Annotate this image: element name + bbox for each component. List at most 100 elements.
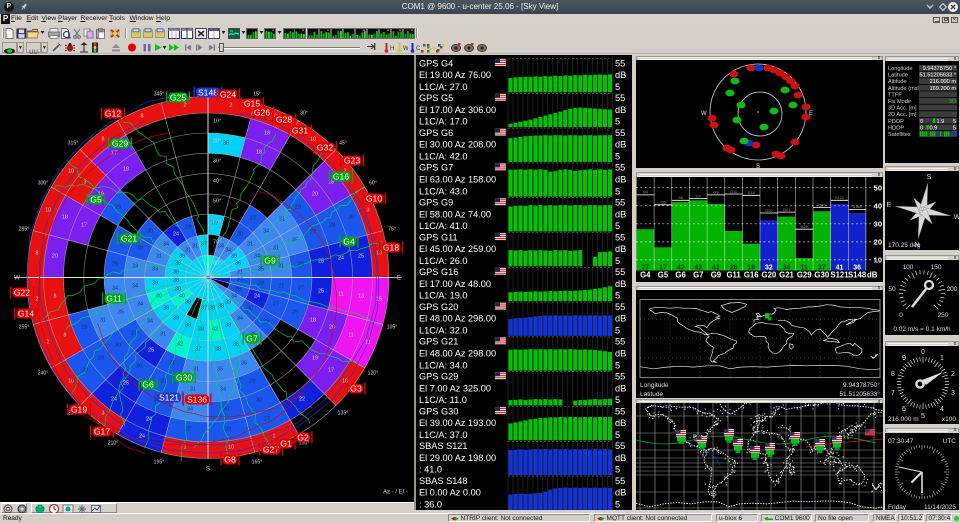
svg-text:TTFF: TTFF [888,92,902,98]
svg-text:120°: 120° [368,370,379,376]
svg-text:El 19.00 Az 76.00: El 19.00 Az 76.00 [419,70,491,80]
svg-text:G20: G20 [762,271,777,280]
svg-text:27: 27 [298,285,304,291]
svg-text:5: 5 [615,464,620,474]
svg-text:25: 25 [148,347,154,353]
svg-text:dB: dB [615,418,626,428]
svg-text:3: 3 [102,410,105,416]
svg-text:Latitude: Latitude [640,391,664,398]
svg-text:10: 10 [874,256,882,265]
svg-text:dB: dB [615,487,626,497]
svg-text:38: 38 [175,260,181,266]
svg-text:9.94378750 °: 9.94378750 ° [923,66,956,72]
svg-text:El 45.00 Az 259.00: El 45.00 Az 259.00 [419,244,496,254]
svg-text:10: 10 [228,444,234,450]
svg-text:29: 29 [292,309,298,315]
svg-text:38: 38 [218,303,224,309]
svg-text:HDOP: HDOP [888,125,904,131]
svg-text:GPS G20: GPS G20 [419,301,458,311]
svg-text:9.94378750°: 9.94378750° [843,381,880,389]
svg-text:37: 37 [201,305,207,311]
svg-text:55: 55 [615,267,625,277]
svg-text:8: 8 [64,332,67,338]
svg-text:18: 18 [310,317,316,323]
svg-text:34: 34 [137,301,143,307]
svg-text:45°: 45° [339,140,347,146]
svg-text:5: 5 [615,290,620,300]
svg-text:G16: G16 [333,171,349,181]
svg-text:7: 7 [891,390,895,397]
svg-text:dB: dB [615,244,626,254]
svg-text:GPS G29: GPS G29 [419,371,458,381]
svg-text:G5: G5 [658,271,669,280]
svg-text:L1C/A: 37.0: L1C/A: 37.0 [419,429,468,439]
svg-text:S: S [927,174,932,181]
svg-text:3: 3 [367,207,370,213]
svg-text:2: 2 [36,296,39,302]
svg-text:250: 250 [938,312,949,319]
svg-text:38: 38 [163,305,169,311]
svg-text:2D Acc. [m]: 2D Acc. [m] [888,112,917,118]
svg-text:5: 5 [615,325,620,335]
svg-text:29: 29 [225,426,231,432]
svg-text:S121: S121 [830,271,849,280]
svg-text:3D: 3D [949,99,956,105]
svg-text:GPS G6: GPS G6 [419,127,453,137]
svg-text:28: 28 [258,280,264,286]
svg-text:G32: G32 [317,142,333,152]
svg-text:37: 37 [195,346,201,352]
svg-text:El 17.00 Az 48.00: El 17.00 Az 48.00 [419,278,491,288]
svg-text:39: 39 [231,253,237,259]
svg-text:36: 36 [223,140,229,146]
svg-text:27: 27 [273,301,279,307]
svg-text:3D Acc. [m]: 3D Acc. [m] [888,106,917,112]
svg-text:L1C/A: 42.0: L1C/A: 42.0 [419,151,468,161]
svg-text:G16: G16 [748,191,755,195]
svg-text:G4: G4 [640,271,651,280]
svg-text:S136: S136 [187,394,207,404]
svg-text:18: 18 [256,149,262,155]
svg-text:dB: dB [615,104,626,114]
svg-text:El 63.00 Az 158.00: El 63.00 Az 158.00 [419,174,496,184]
svg-text:5: 5 [953,125,956,131]
svg-text:SBAS S148: SBAS S148 [419,475,468,485]
svg-text:105°: 105° [387,324,398,330]
svg-text:60°: 60° [213,219,221,225]
svg-text:2: 2 [230,102,233,108]
svg-text:5: 5 [615,81,620,91]
svg-text:G7: G7 [693,271,703,280]
svg-text:GPS G21: GPS G21 [419,336,458,346]
svg-text:G17: G17 [94,426,110,436]
svg-text:GPS G9: GPS G9 [419,197,453,207]
svg-text:55: 55 [615,406,625,416]
svg-text:38: 38 [209,305,215,311]
svg-text:39: 39 [173,315,179,321]
svg-text:10: 10 [68,168,74,174]
svg-text:Altitude: Altitude [888,79,907,85]
svg-text:24: 24 [173,231,179,237]
svg-text:E: E [397,274,401,281]
svg-text:22: 22 [299,396,305,402]
svg-text:25: 25 [123,380,129,386]
svg-text:50°: 50° [213,198,221,204]
svg-text:51.51205633°: 51.51205633° [839,390,880,398]
svg-text:55: 55 [615,127,625,137]
svg-text:31: 31 [247,241,253,247]
svg-text:G11: G11 [730,190,737,194]
svg-text:35: 35 [118,309,124,315]
svg-text:20: 20 [874,238,882,247]
svg-text:dB: dB [615,209,626,219]
svg-text:El 48.00 Az 298.00: El 48.00 Az 298.00 [419,313,496,323]
svg-text:G23: G23 [344,155,360,165]
svg-text:8: 8 [54,293,57,299]
svg-text:38: 38 [198,326,204,332]
svg-text:Satellites: Satellites [888,132,911,138]
svg-text:210°: 210° [108,440,119,446]
svg-text:G29: G29 [797,271,812,280]
svg-text:G9: G9 [713,191,718,195]
svg-text:2: 2 [184,102,187,108]
svg-text:10: 10 [45,207,51,213]
svg-text:Friday: Friday [888,504,907,511]
svg-text:31: 31 [100,317,106,323]
svg-text:H: H [390,46,394,52]
